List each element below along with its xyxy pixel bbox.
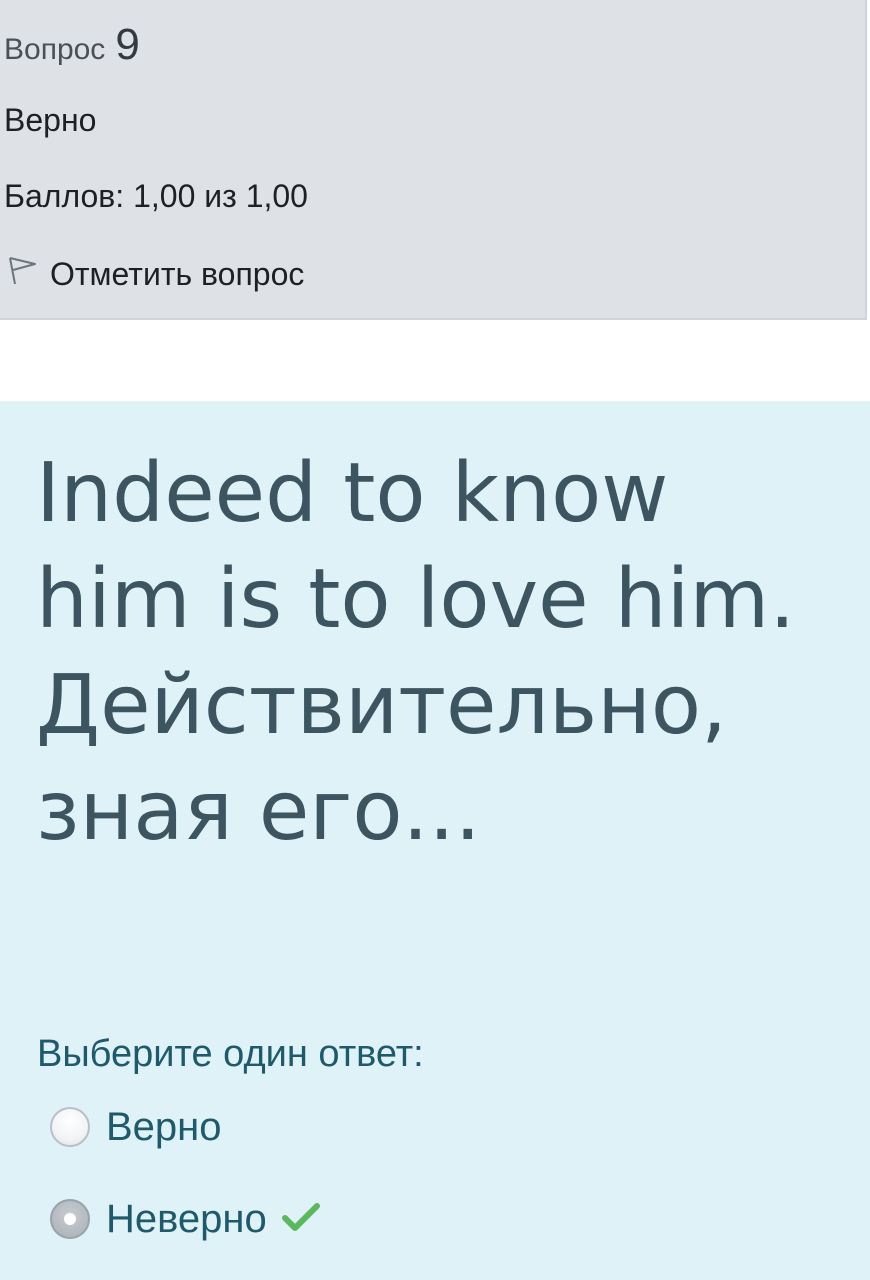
question-text: Indeed to know him is to love him. Дейст… xyxy=(36,446,796,859)
question-info-panel: Вопрос 9 Верно Баллов: 1,00 из 1,00 Отмет… xyxy=(0,0,867,320)
flag-icon xyxy=(6,255,50,293)
flag-question-label: Отметить вопрос xyxy=(50,255,305,292)
answer-prompt: Выберите один ответ: xyxy=(37,1033,424,1075)
question-number-value: 9 xyxy=(115,20,140,69)
radio-button[interactable] xyxy=(50,1107,90,1147)
check-icon xyxy=(281,1200,321,1239)
question-content: Indeed to know him is to love him. Дейст… xyxy=(0,401,870,1280)
question-number: Вопрос 9 xyxy=(4,18,140,77)
answer-label: Неверно xyxy=(106,1196,267,1241)
answer-option-false[interactable]: Неверно xyxy=(50,1189,321,1249)
answer-label: Верно xyxy=(106,1104,222,1149)
question-state: Верно xyxy=(4,102,97,138)
question-grade: Баллов: 1,00 из 1,00 xyxy=(4,178,308,214)
answer-option-true[interactable]: Верно xyxy=(50,1097,222,1157)
flag-question-link[interactable]: Отметить вопрос xyxy=(6,252,304,296)
question-label: Вопрос xyxy=(4,33,106,66)
radio-button-selected[interactable] xyxy=(50,1199,90,1239)
